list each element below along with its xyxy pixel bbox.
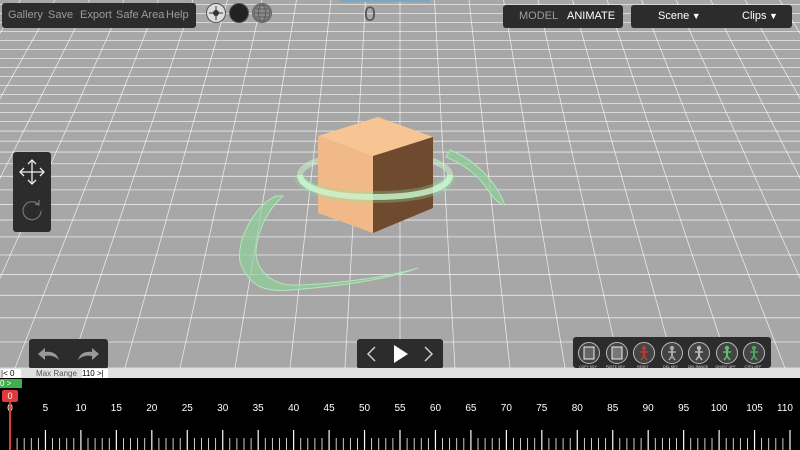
frame-counter: 0 [364, 3, 376, 26]
key-tools-panel: COPY KEY PASTE KEY RESET DEL KEY DEL RANGE GH… [573, 337, 771, 368]
tick-label: 10 [75, 403, 87, 414]
next-frame-icon[interactable] [421, 345, 435, 363]
tick-label: 70 [500, 403, 512, 414]
tick-label: 105 [746, 403, 763, 414]
tick-label: 60 [429, 403, 442, 414]
chevron-down-icon: ▼ [689, 11, 701, 21]
playhead-value: 0 [7, 391, 13, 401]
tick-label: 85 [607, 403, 619, 414]
delete-key-icon[interactable] [660, 342, 683, 364]
transform-tools [13, 152, 51, 232]
tick-label: 80 [571, 403, 583, 414]
tick-label: 40 [288, 403, 300, 414]
tick-label: 30 [217, 403, 229, 414]
redo-icon[interactable] [74, 344, 102, 364]
reset-figure-icon[interactable] [633, 342, 655, 364]
playback-controls [357, 339, 443, 368]
model-mode-button[interactable]: MODEL [519, 5, 558, 28]
chevron-down-icon: ▼ [766, 11, 778, 21]
tick-label: 75 [536, 403, 548, 414]
tick-label: 20 [146, 403, 158, 414]
menu-safe-area[interactable]: Safe Area [116, 3, 164, 28]
timeline[interactable]: |< 0 Max Range 110 >| 0 > 05101520253035… [0, 368, 800, 450]
tick-label: 50 [358, 403, 371, 414]
tick-label: 90 [642, 403, 654, 414]
move-tool-icon[interactable] [18, 158, 46, 186]
tick-label: 65 [465, 403, 477, 414]
tick-label: 0 [0, 403, 25, 414]
playhead-line [9, 402, 11, 450]
wireframe-sphere-icon[interactable] [252, 3, 272, 23]
ghost-off-icon[interactable] [715, 342, 738, 364]
tick-label: 110 [777, 403, 793, 414]
play-icon[interactable] [390, 344, 410, 364]
selection-indicator [340, 0, 430, 2]
copy-icon[interactable] [578, 342, 600, 364]
tick-label: 45 [323, 403, 335, 414]
control-off-icon[interactable] [743, 342, 765, 364]
undo-redo-panel [29, 339, 108, 368]
main-menu: Gallery Save Export Safe Area Help [2, 3, 196, 28]
light-pivot-icon[interactable] [206, 3, 226, 23]
tick-label: 35 [252, 403, 264, 414]
menu-export[interactable]: Export [80, 3, 112, 28]
clips-label: Clips [742, 10, 767, 22]
animate-mode-button[interactable]: ANIMATE [567, 5, 615, 28]
tick-label: 5 [42, 403, 49, 414]
tick-label: 55 [394, 403, 406, 414]
tick-label: 95 [678, 403, 690, 414]
menu-help[interactable]: Help [166, 3, 189, 28]
menu-save[interactable]: Save [48, 3, 73, 28]
3d-viewport[interactable]: Gallery Save Export Safe Area Help 0 MOD… [0, 0, 800, 368]
tick-label: 25 [181, 403, 193, 414]
menu-gallery[interactable]: Gallery [8, 3, 43, 28]
rotate-tool-icon[interactable] [19, 197, 45, 223]
undo-icon[interactable] [35, 344, 63, 364]
scene-clips-menu: Scene ▼ Clips ▼ [631, 5, 792, 28]
tick-label: 100 [710, 403, 728, 414]
scene-dropdown[interactable]: Scene ▼ [658, 5, 701, 28]
previous-frame-icon[interactable] [365, 345, 379, 363]
solid-sphere-icon[interactable] [229, 3, 249, 23]
paste-icon[interactable] [605, 342, 628, 364]
playhead-marker[interactable]: 0 [2, 390, 18, 402]
clips-dropdown[interactable]: Clips ▼ [742, 5, 778, 28]
tick-label: 15 [110, 403, 122, 414]
delete-range-icon[interactable] [688, 342, 710, 364]
mode-switch: MODEL ANIMATE [503, 5, 623, 28]
scene-canvas[interactable] [0, 0, 800, 368]
scene-label: Scene [658, 10, 690, 22]
